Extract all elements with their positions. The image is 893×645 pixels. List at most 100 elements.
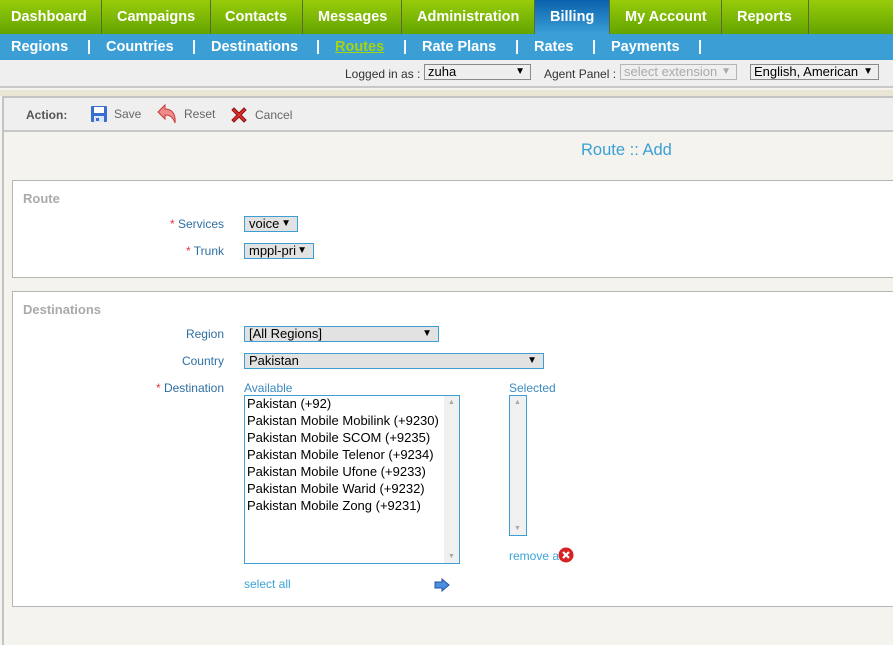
remove-all-link[interactable]: remove all [509,549,564,563]
available-option[interactable]: Pakistan (+92) [245,396,459,413]
subnav-separator: | [592,39,597,55]
available-option[interactable]: Pakistan Mobile Zong (+9231) [245,498,459,515]
subnav-routes[interactable]: Routes [335,39,384,55]
login-bar: Logged in as : zuha ▼ Agent Panel : sele… [0,60,893,88]
services-select[interactable]: voice ▼ [244,216,298,232]
tab-label: Dashboard [11,9,87,25]
cancel-button[interactable]: Cancel [229,105,292,125]
available-destinations-list[interactable]: Pakistan (+92) Pakistan Mobile Mobilink (… [244,395,460,564]
user-select[interactable]: zuha ▼ [424,64,531,80]
scroll-down-icon[interactable]: ▼ [448,553,455,560]
available-option[interactable]: Pakistan Mobile SCOM (+9235) [245,430,459,447]
available-option[interactable]: Pakistan Mobile Telenor (+9234) [245,447,459,464]
subnav-rates[interactable]: Rates [534,39,574,55]
undo-arrow-icon [157,103,176,124]
subnav-regions[interactable]: Regions [11,39,68,55]
services-label-text: Services [177,217,224,231]
destination-label-text: Destination [163,381,224,395]
save-icon [91,106,107,122]
main-nav: Dashboard Campaigns Contacts Messages Ad… [0,0,893,34]
tab-label: Administration [417,9,520,25]
subnav-separator: | [192,39,197,55]
user-select-value: zuha [428,64,457,79]
available-option[interactable]: Pakistan Mobile Warid (+9232) [245,481,459,498]
language-select[interactable]: English, American ▼ [750,64,879,80]
dropdown-arrow-icon: ▼ [297,245,307,256]
trunk-select[interactable]: mppl-pri ▼ [244,243,314,259]
selected-scrollbar[interactable]: ▲ ▼ [510,396,526,535]
page-title: Route :: Add [581,141,672,159]
selected-label: Selected [509,381,556,395]
tab-label: Reports [737,9,792,25]
select-all-link[interactable]: select all [244,577,291,591]
tab-reports[interactable]: Reports [722,0,809,34]
language-select-value: English, American [754,64,859,79]
tab-my-account[interactable]: My Account [610,0,722,34]
cancel-x-icon [231,107,247,123]
tab-label: Billing [550,9,595,25]
services-label: * Services [170,217,224,231]
agent-extension-select[interactable]: select extension ▼ [620,64,737,80]
save-button[interactable]: Save [90,105,141,123]
subnav-separator: | [515,39,520,55]
subnav-separator: | [698,39,703,55]
available-scrollbar[interactable]: ▲ ▼ [444,396,459,563]
action-label: Action: [26,108,68,122]
region-select[interactable]: [All Regions] ▼ [244,326,439,342]
tab-label: Messages [318,9,388,25]
agent-extension-placeholder: select extension [624,64,718,79]
destinations-legend: Destinations [23,302,102,317]
tab-label: Campaigns [117,9,196,25]
subnav-rate-plans[interactable]: Rate Plans [422,39,496,55]
action-bar: Action: Save Reset Cancel [4,98,893,132]
country-value: Pakistan [249,353,299,368]
reset-button[interactable]: Reset [156,103,215,125]
save-label: Save [114,107,142,121]
country-label: Country [181,354,224,368]
dropdown-arrow-icon: ▼ [863,66,873,77]
available-option[interactable]: Pakistan Mobile Mobilink (+9230) [245,413,459,430]
subnav-separator: | [87,39,92,55]
content-area: Action: Save Reset Cancel Route :: Add R… [2,96,893,645]
scroll-down-icon[interactable]: ▼ [514,525,521,532]
remove-all-icon[interactable] [558,547,574,563]
tab-campaigns[interactable]: Campaigns [102,0,211,34]
required-mark: * [185,244,191,258]
region-label: Region [185,327,224,341]
services-value: voice [249,216,280,231]
dropdown-arrow-icon: ▼ [281,218,291,229]
tab-dashboard[interactable]: Dashboard [0,0,102,34]
move-right-arrow-icon[interactable] [434,578,450,592]
subnav-destinations[interactable]: Destinations [211,39,298,55]
reset-label: Reset [184,107,216,121]
trunk-label: * Trunk [186,244,224,258]
dropdown-arrow-icon: ▼ [527,355,537,366]
tab-billing[interactable]: Billing [535,0,610,34]
required-mark: * [169,217,175,231]
scroll-up-icon[interactable]: ▲ [448,399,455,406]
dropdown-arrow-icon: ▼ [721,66,731,77]
tab-messages[interactable]: Messages [303,0,402,34]
available-options: Pakistan (+92) Pakistan Mobile Mobilink (… [245,396,459,515]
tab-label: My Account [625,9,707,25]
logged-in-label: Logged in as : [345,67,421,81]
scroll-up-icon[interactable]: ▲ [514,399,521,406]
country-select[interactable]: Pakistan ▼ [244,353,544,369]
subnav-payments[interactable]: Payments [611,39,680,55]
subnav-separator: | [403,39,408,55]
destinations-fieldset: Destinations Region [All Regions] ▼ Coun… [12,291,893,607]
cancel-label: Cancel [255,108,293,122]
region-value: [All Regions] [249,326,322,341]
subnav-separator: | [316,39,321,55]
subnav-countries[interactable]: Countries [106,39,174,55]
route-fieldset: Route * Services voice ▼ * Trunk mppl-pr… [12,180,893,278]
tab-administration[interactable]: Administration [402,0,535,34]
available-option[interactable]: Pakistan Mobile Ufone (+9233) [245,464,459,481]
tab-contacts[interactable]: Contacts [211,0,303,34]
sub-nav: Regions | Countries | Destinations | Rou… [0,34,893,60]
available-label: Available [244,381,293,395]
required-mark: * [155,381,161,395]
tab-label: Contacts [225,9,288,25]
dropdown-arrow-icon: ▼ [422,328,432,339]
selected-destinations-list[interactable]: ▲ ▼ [509,395,527,536]
